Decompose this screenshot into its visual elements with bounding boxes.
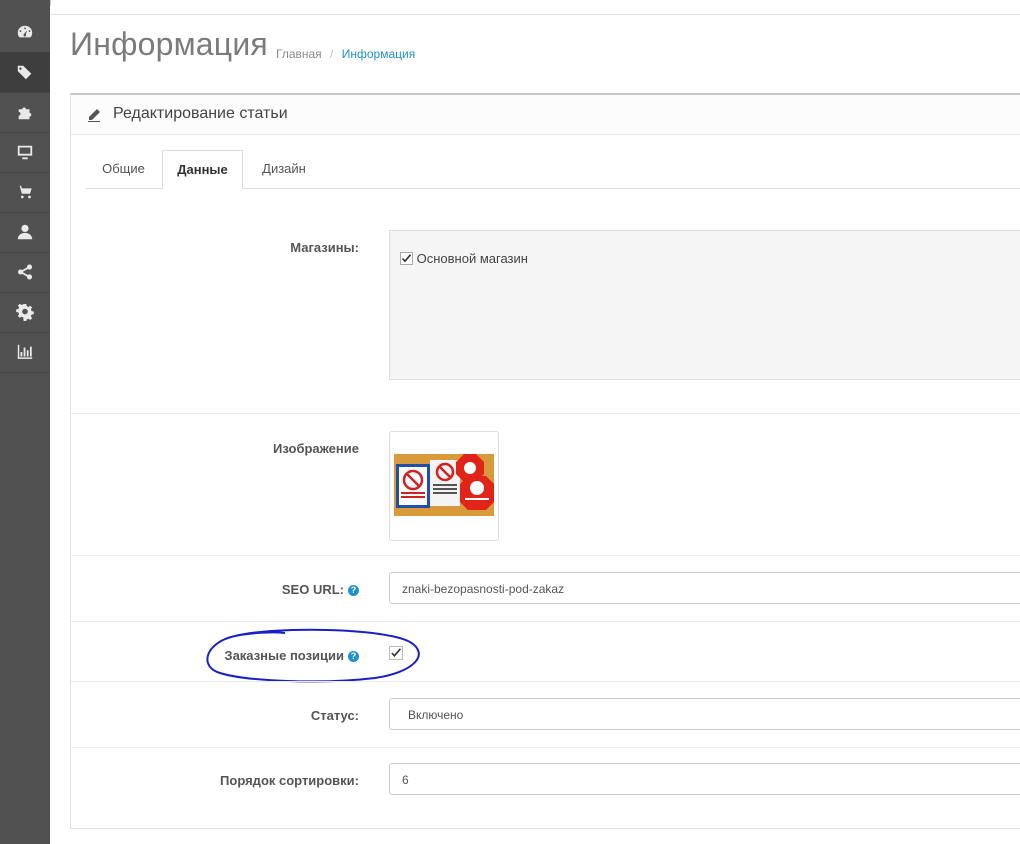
sort-order-label: Порядок сортировки:: [220, 773, 359, 788]
user-icon: [17, 224, 33, 240]
sidebar-item-dashboard[interactable]: [0, 12, 50, 53]
help-icon[interactable]: ?: [348, 585, 359, 596]
sidebar-item-system[interactable]: [0, 292, 50, 333]
row-divider: [71, 413, 1020, 414]
tab-design[interactable]: Дизайн: [260, 150, 308, 187]
top-divider: [50, 14, 1020, 15]
row-divider: [71, 747, 1020, 748]
image-label: Изображение: [273, 441, 359, 456]
sidebar-item-design[interactable]: [0, 132, 50, 173]
checkbox-checked-icon[interactable]: [400, 252, 413, 265]
sidebar-item-reports[interactable]: [0, 332, 50, 373]
sidebar-item-marketing[interactable]: [0, 252, 50, 293]
sidebar-item-customers[interactable]: [0, 212, 50, 253]
safety-signs-image: [394, 454, 494, 516]
breadcrumb-separator: /: [330, 47, 334, 61]
sidebar-item-catalog[interactable]: [0, 52, 50, 93]
tab-bar: Общие Данные Дизайн: [86, 150, 1020, 190]
top-divider-tick: [50, 0, 51, 6]
seo-url-label: SEO URL:?: [211, 582, 359, 597]
store-option-default[interactable]: Основной магазин: [400, 251, 528, 266]
row-divider: [71, 555, 1020, 556]
breadcrumb: Главная / Информация: [276, 47, 415, 61]
panel-heading: Редактирование статьи: [71, 95, 1020, 135]
row-divider: [71, 681, 1020, 682]
stores-list: Основной магазин: [389, 230, 1020, 380]
seo-url-input[interactable]: znaki-bezopasnosti-pod-zakaz: [389, 572, 1020, 604]
bar-chart-icon: [17, 344, 33, 359]
store-option-label: Основной магазин: [416, 251, 528, 266]
sidebar: [0, 0, 50, 844]
tags-icon: [17, 65, 32, 80]
breadcrumb-current-link[interactable]: Информация: [342, 47, 415, 61]
page-title: Информация: [70, 26, 268, 62]
shopping-cart-icon: [16, 185, 32, 199]
stores-label: Магазины:: [290, 240, 359, 255]
sidebar-item-sales[interactable]: [0, 172, 50, 213]
monitor-icon: [17, 145, 33, 160]
hand-drawn-circle-annotation: [206, 628, 420, 683]
seo-url-label-text: SEO URL:: [281, 582, 344, 597]
row-divider: [71, 621, 1020, 622]
panel-title: Редактирование статьи: [113, 105, 288, 122]
breadcrumb-home-link[interactable]: Главная: [276, 47, 322, 61]
image-thumbnail[interactable]: [389, 431, 499, 541]
dashboard-icon: [17, 25, 33, 38]
pencil-icon: [87, 108, 101, 122]
status-select[interactable]: Включено: [389, 698, 1020, 730]
edit-panel: Редактирование статьи Общие Данные Дизай…: [70, 93, 1020, 829]
puzzle-icon: [18, 107, 32, 120]
gear-icon: [16, 303, 34, 321]
sidebar-item-extensions[interactable]: [0, 92, 50, 133]
tab-general[interactable]: Общие: [101, 150, 146, 187]
share-icon: [17, 264, 33, 280]
sort-order-input[interactable]: 6: [389, 763, 1020, 795]
tab-data[interactable]: Данные: [162, 150, 243, 190]
status-label: Статус:: [310, 708, 359, 723]
